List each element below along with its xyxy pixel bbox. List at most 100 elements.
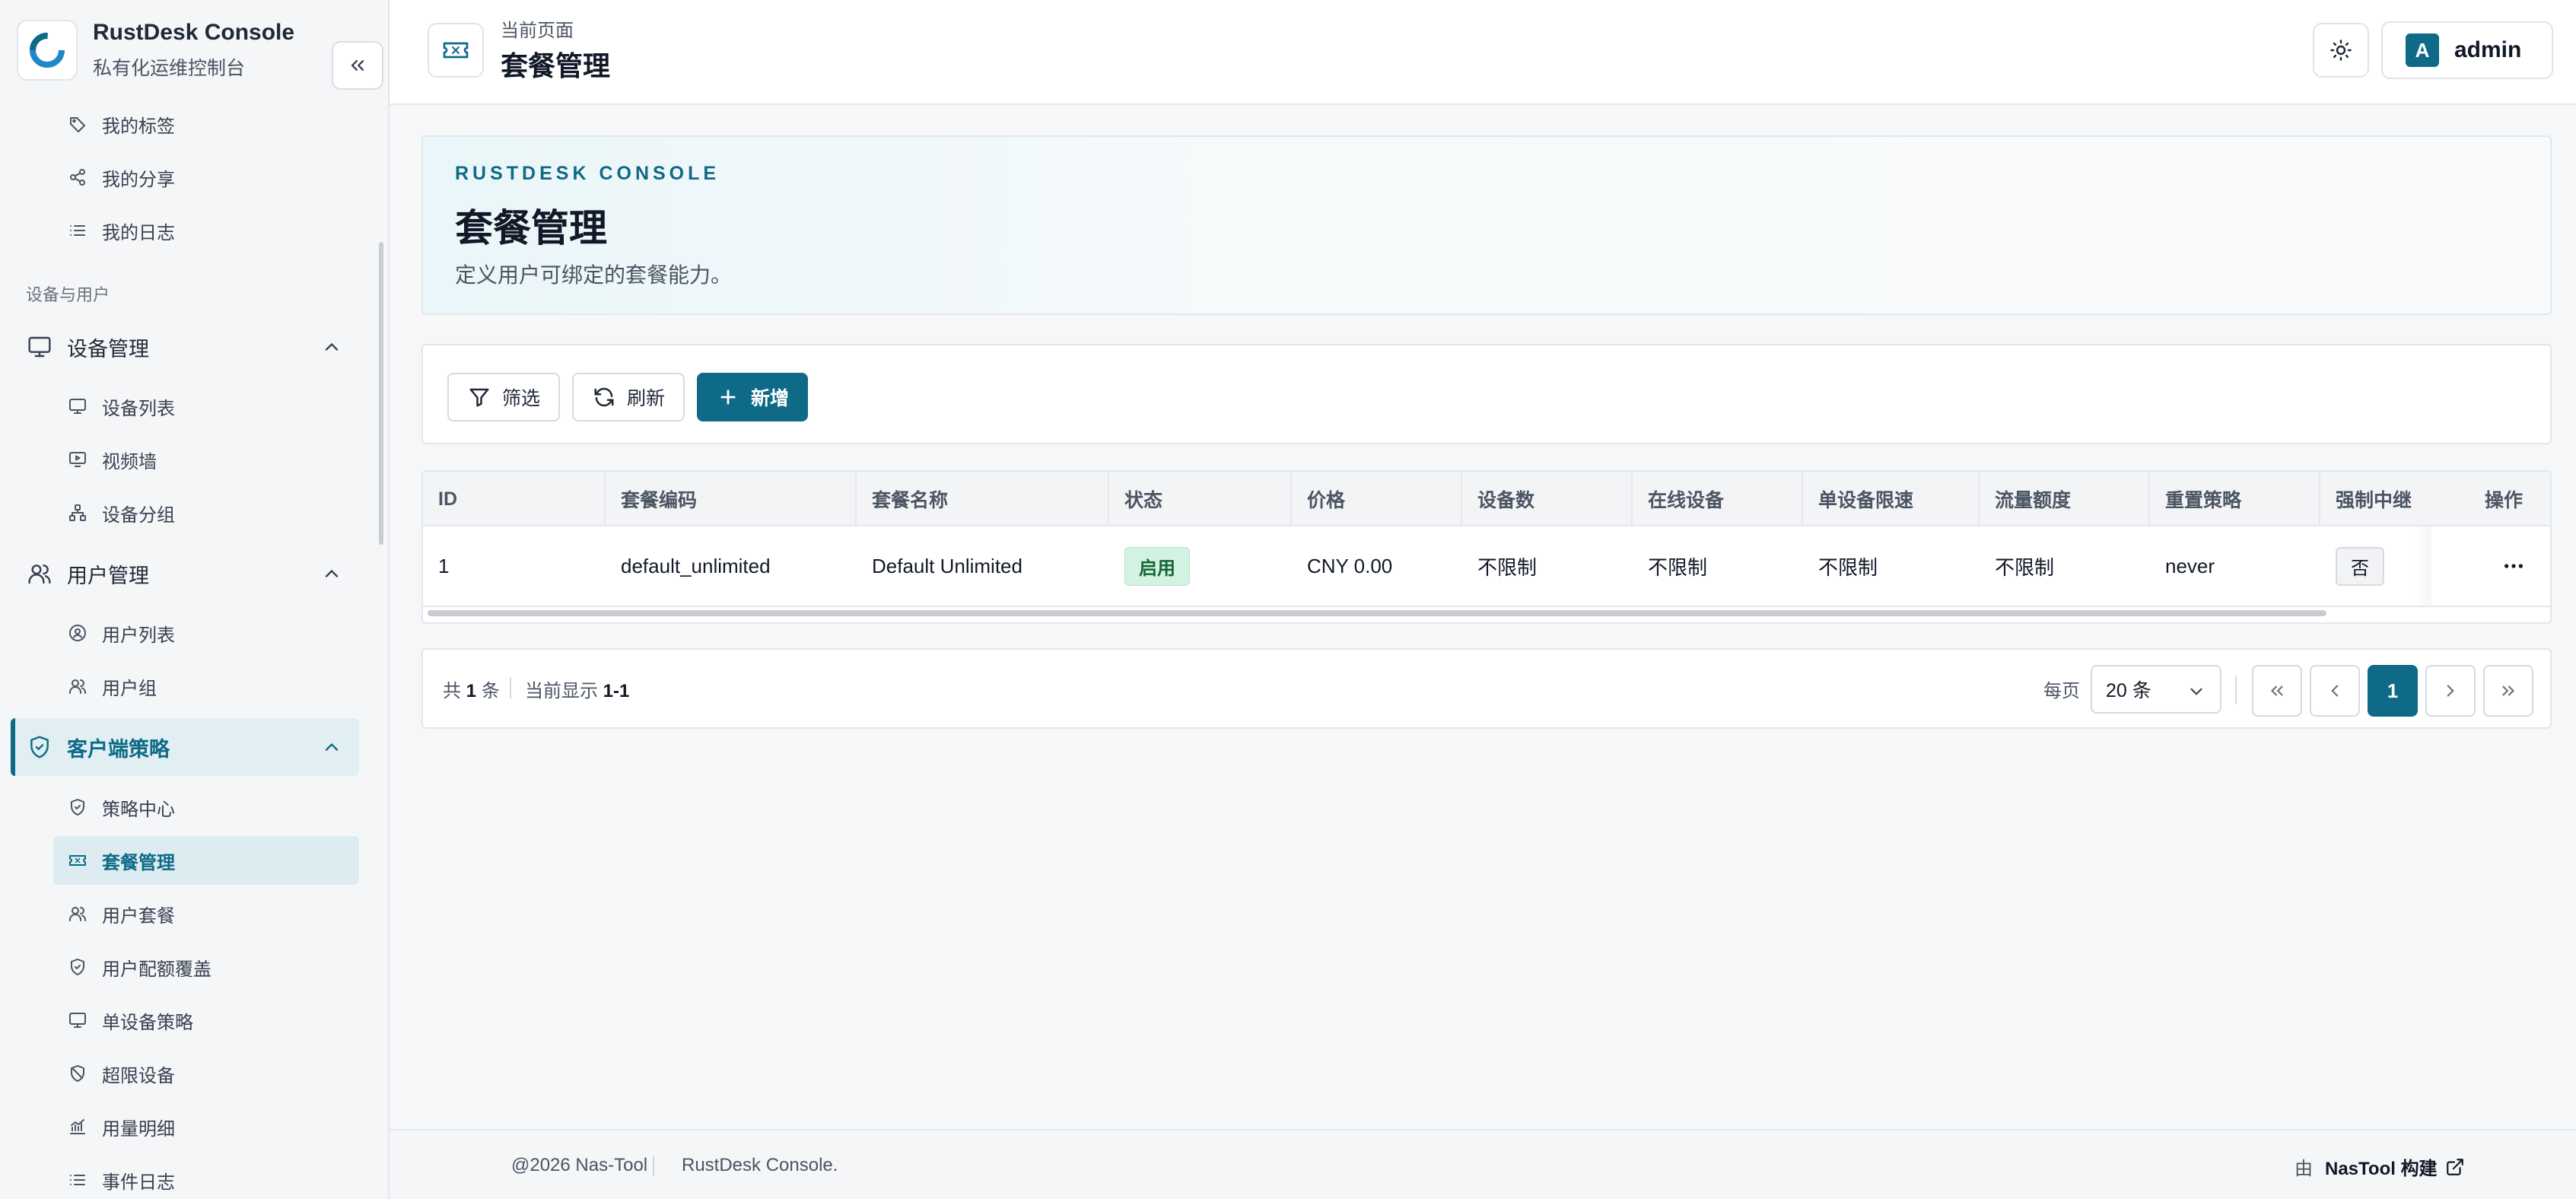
ticket-icon [428, 23, 484, 78]
sidebar-item-label: 我的分享 [102, 169, 175, 190]
table-horizontal-scrollbar[interactable] [428, 610, 2326, 616]
sidebar-item-device-groups[interactable]: 设备分组 [53, 488, 359, 537]
sidebar-item-user-plans[interactable]: 用户套餐 [53, 889, 359, 938]
first-page-button[interactable] [2252, 665, 2302, 717]
footer-app-name: RustDesk Console. [682, 1155, 838, 1175]
chevron-up-icon [325, 743, 339, 751]
footer-built-by-link[interactable]: 由 NasTool 构建 [2295, 1153, 2465, 1180]
footer-by-name: NasTool 构建 [2325, 1159, 2438, 1179]
user-name: admin [2454, 37, 2522, 62]
external-link-icon [2445, 1157, 2465, 1177]
sidebar-item-my-shares[interactable]: 我的分享 [53, 153, 359, 202]
sidebar-group-label: 客户端策略 [67, 737, 170, 761]
users-icon [67, 676, 88, 697]
sidebar-item-my-logs[interactable]: 我的日志 [53, 206, 359, 255]
sidebar-item-user-quota-override[interactable]: 用户配额覆盖 [53, 943, 359, 991]
column-header-actions: 操作 [2485, 490, 2524, 511]
sidebar-item-label: 用户配额覆盖 [102, 959, 211, 980]
column-header-online[interactable]: 在线设备 [1633, 472, 1803, 526]
sidebar-item-my-tags[interactable]: 我的标签 [53, 100, 359, 148]
filter-button[interactable]: 筛选 [447, 373, 560, 421]
sidebar-group-label: 用户管理 [67, 564, 149, 587]
brand: RustDesk Console 私有化运维控制台 [15, 15, 383, 91]
column-header-price[interactable]: 价格 [1292, 472, 1462, 526]
range-prefix: 当前显示 [525, 681, 598, 701]
breadcrumb-label: 当前页面 [501, 21, 574, 41]
table-header: ID 套餐编码 套餐名称 状态 价格 设备数 在线设备 单设备限速 流量额度 重… [423, 472, 2550, 526]
sidebar-group-device-management[interactable]: 设备管理 [11, 318, 359, 376]
more-horizontal-icon [2504, 564, 2523, 568]
refresh-label: 刷新 [626, 388, 665, 409]
sidebar-item-single-device-policy[interactable]: 单设备策略 [53, 996, 359, 1045]
column-header-reset[interactable]: 重置策略 [2150, 472, 2320, 526]
current-range: 当前显示 1-1 [525, 676, 629, 702]
sidebar-item-label: 用户组 [102, 678, 157, 699]
cell-reset: never [2165, 554, 2215, 577]
sidebar-item-device-list[interactable]: 设备列表 [53, 382, 359, 431]
column-header-id[interactable]: ID [423, 472, 606, 526]
sidebar-item-usage-details[interactable]: 用量明细 [53, 1102, 359, 1151]
column-header-code[interactable]: 套餐编码 [606, 472, 857, 526]
refresh-button[interactable]: 刷新 [572, 373, 685, 421]
range-value: 1-1 [603, 681, 630, 701]
page-button-current[interactable]: 1 [2368, 665, 2418, 717]
column-header-speed[interactable]: 单设备限速 [1803, 472, 1980, 526]
sidebar-item-video-wall[interactable]: 视频墙 [53, 435, 359, 484]
ticket-icon [67, 850, 88, 871]
shield-check-icon [67, 956, 88, 978]
column-header-devices[interactable]: 设备数 [1462, 472, 1633, 526]
filter-label: 筛选 [501, 388, 540, 409]
chevron-up-icon [325, 569, 339, 577]
sidebar-item-policy-center[interactable]: 策略中心 [53, 783, 359, 832]
theme-toggle-button[interactable] [2313, 23, 2369, 78]
sun-icon [2330, 40, 2352, 61]
cell-code: default_unlimited [621, 554, 771, 577]
network-icon [67, 502, 88, 523]
sidebar-item-label: 设备分组 [102, 504, 175, 526]
monitor-icon [26, 333, 53, 361]
cell-relay: 否 [2320, 526, 2384, 606]
sidebar-item-user-list[interactable]: 用户列表 [53, 609, 359, 657]
page-hero: RUSTDESK CONSOLE 套餐管理 定义用户可绑定的套餐能力。 [421, 135, 2552, 315]
column-header-traffic[interactable]: 流量额度 [1980, 472, 2150, 526]
sidebar-item-label: 视频墙 [102, 451, 157, 472]
user-menu-button[interactable]: A admin [2381, 21, 2553, 79]
divider [510, 677, 511, 698]
video-screen-icon [67, 449, 88, 470]
sidebar-item-plan-management[interactable]: 套餐管理 [53, 836, 359, 885]
last-page-button[interactable] [2483, 665, 2533, 717]
column-header-relay[interactable]: 强制中继 [2320, 472, 2442, 526]
per-page-select[interactable]: 20 条 [2091, 665, 2221, 714]
collapse-sidebar-button[interactable] [332, 41, 383, 90]
total-count: 共 1 条 [443, 676, 500, 702]
footer: @2026 Nas-Tool RustDesk Console. 由 NasTo… [390, 1129, 2576, 1199]
sidebar: RustDesk Console 私有化运维控制台 我的标签 我的分享 我的日志… [0, 0, 390, 1199]
relay-badge: 否 [2336, 546, 2384, 586]
add-button[interactable]: 新增 [697, 373, 808, 421]
total-prefix: 共 [443, 681, 461, 701]
sidebar-scrollbar[interactable] [379, 242, 383, 545]
sidebar-item-label: 事件日志 [102, 1172, 175, 1193]
sidebar-item-event-logs[interactable]: 事件日志 [53, 1156, 359, 1199]
divider [2235, 676, 2237, 704]
sidebar-item-over-limit-devices[interactable]: 超限设备 [53, 1049, 359, 1098]
cell-devices: 不限制 [1477, 555, 1538, 579]
tag-icon [67, 113, 88, 135]
list-icon [67, 1169, 88, 1191]
monitor-icon [67, 396, 88, 417]
sidebar-group-user-management[interactable]: 用户管理 [11, 545, 359, 603]
sidebar-item-user-groups[interactable]: 用户组 [53, 662, 359, 711]
cell-traffic: 不限制 [1995, 555, 2055, 579]
shield-check-icon [67, 797, 88, 818]
filter-icon [467, 385, 491, 409]
column-header-name[interactable]: 套餐名称 [857, 472, 1109, 526]
divider [653, 1156, 654, 1176]
prev-page-button[interactable] [2310, 665, 2360, 717]
hero-title: 套餐管理 [455, 207, 607, 250]
column-header-status[interactable]: 状态 [1109, 472, 1292, 526]
chevron-down-icon [2190, 688, 2202, 695]
next-page-button[interactable] [2425, 665, 2476, 717]
sidebar-group-client-policy[interactable]: 客户端策略 [11, 718, 359, 776]
sidebar-item-label: 我的日志 [102, 222, 175, 243]
row-actions-button[interactable] [2486, 526, 2526, 606]
